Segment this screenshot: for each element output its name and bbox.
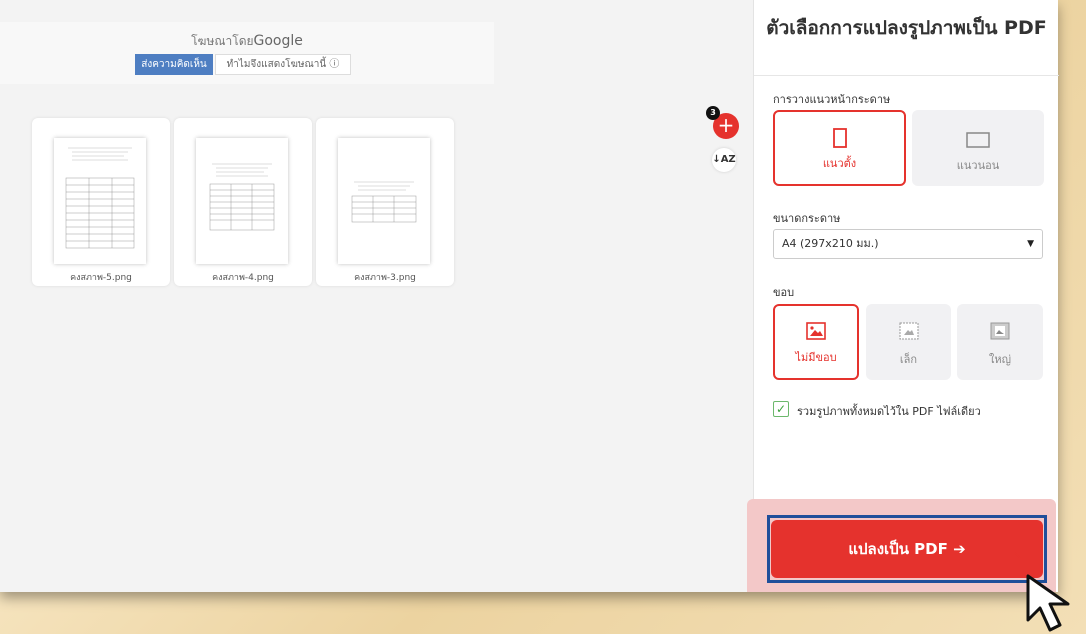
page-size-select[interactable]: A4 (297x210 มม.) ▼ [773,229,1043,259]
ad-title-brand: Google [253,33,303,49]
convert-to-pdf-button[interactable]: แปลงเป็น PDF ➔ [771,520,1043,578]
file-name: คงสภาพ-3.png [354,273,416,283]
ad-feedback-button[interactable]: ส่งความคิดเห็น [135,54,213,75]
margin-big-option[interactable]: ใหญ่ [957,304,1043,380]
orientation-portrait-label: แนวตั้ง [822,157,857,170]
margin-label: ขอบ [773,286,795,299]
page-size-value: A4 (297x210 มม.) [782,237,879,250]
file-thumbnail [338,138,430,264]
orientation-label: การวางแนวหน้ากระดาษ [773,93,891,106]
file-card[interactable]: คงสภาพ-5.png [32,118,170,286]
small-margin-icon [899,322,919,343]
merge-label: รวมรูปภาพทั้งหมดไว้ใน PDF ไฟล์เดียว [797,405,981,418]
file-card[interactable]: คงสภาพ-3.png [316,118,454,286]
ad-title: โฆษณาโดยGoogle [0,32,494,51]
no-margin-icon [806,322,826,343]
file-name: คงสภาพ-5.png [70,273,132,283]
file-thumbnail [54,138,146,264]
ad-why-button[interactable]: ทำไมจึงแสดงโฆษณานี้ ⓘ [215,54,351,75]
margin-none-label: ไม่มีขอบ [795,351,837,364]
file-count-badge: 3 [706,106,720,120]
landscape-page-icon [966,132,990,151]
ad-banner: โฆษณาโดยGoogle ส่งความคิดเห็น ทำไมจึงแสด… [0,22,494,84]
margin-none-option[interactable]: ไม่มีขอบ [773,304,859,380]
margin-big-label: ใหญ่ [989,353,1011,366]
file-thumbnail [196,138,288,264]
ad-title-prefix: โฆษณาโดย [191,34,254,48]
margin-small-label: เล็ก [899,353,918,366]
orientation-landscape-option[interactable]: แนวนอน [912,110,1044,186]
chevron-down-icon: ▼ [1027,239,1034,249]
orientation-portrait-option[interactable]: แนวตั้ง [773,110,906,186]
file-card[interactable]: คงสภาพ-4.png [174,118,312,286]
file-name: คงสภาพ-4.png [212,273,274,283]
big-margin-icon [990,322,1010,343]
sort-az-button[interactable]: ↓AZ [712,148,736,172]
sidebar-title: ตัวเลือกการแปลงรูปภาพเป็น PDF [754,0,1059,76]
merge-checkbox[interactable]: ✓ [773,401,789,417]
portrait-page-icon [832,128,847,151]
page-size-label: ขนาดกระดาษ [773,212,841,225]
margin-small-option[interactable]: เล็ก [866,304,951,380]
orientation-landscape-label: แนวนอน [956,159,1000,172]
file-workspace: โฆษณาโดยGoogle ส่งความคิดเห็น ทำไมจึงแสด… [0,0,753,592]
mouse-cursor-icon [1013,546,1084,634]
